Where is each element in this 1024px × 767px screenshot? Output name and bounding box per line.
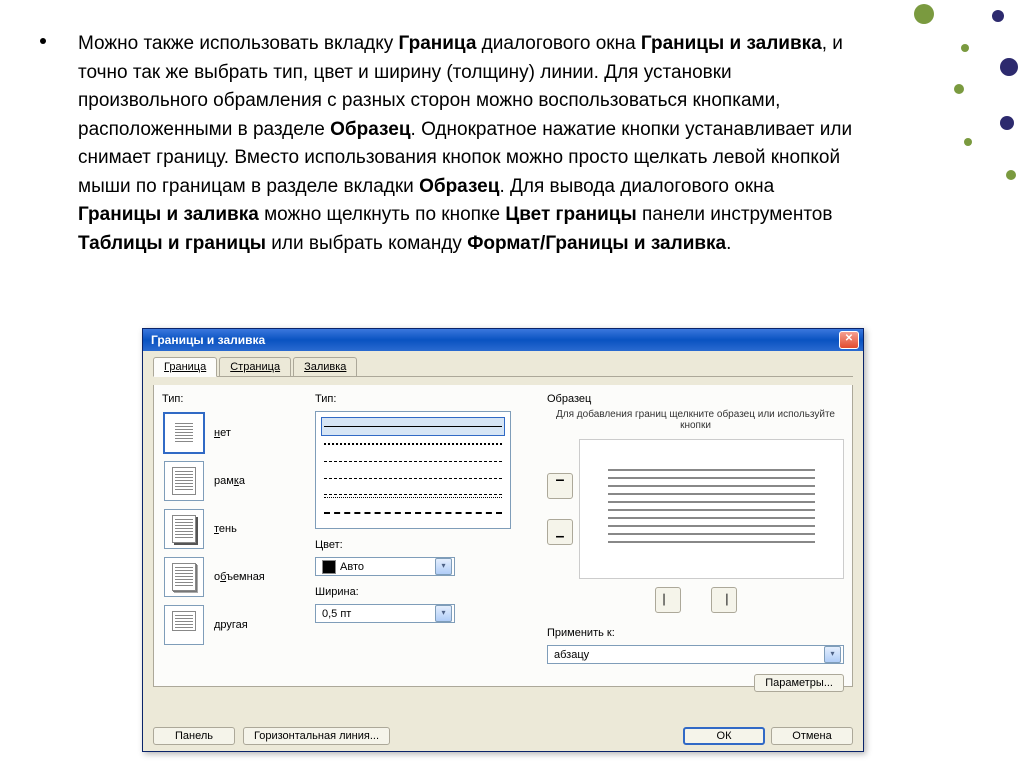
chevron-down-icon: ▾ xyxy=(435,605,452,622)
cancel-button[interactable]: Отмена xyxy=(771,727,853,745)
tab-strip: Граница Страница Заливка xyxy=(153,357,853,377)
setting-type-label: Тип: xyxy=(162,393,307,405)
width-label: Ширина: xyxy=(315,586,535,598)
dialog-title: Границы и заливка xyxy=(151,333,265,347)
tab-page[interactable]: Страница xyxy=(219,357,291,376)
border-type-label: другая xyxy=(214,619,248,631)
border-bottom-button[interactable]: ▁ xyxy=(547,519,573,545)
apply-to-label: Применить к: xyxy=(547,627,844,639)
border-type-label: рамка xyxy=(214,475,245,487)
color-dropdown[interactable]: Авто ▾ xyxy=(315,557,455,576)
border-type-рамка[interactable]: рамка xyxy=(162,459,307,503)
slide-text: Можно также использовать вкладку Граница… xyxy=(40,30,860,258)
border-right-button[interactable]: ▕ xyxy=(711,587,737,613)
close-icon[interactable]: ✕ xyxy=(839,331,859,349)
color-swatch-icon xyxy=(322,560,336,574)
border-type-icon xyxy=(164,605,204,645)
options-button[interactable]: Параметры... xyxy=(754,674,844,692)
border-left-button[interactable]: ▏ xyxy=(655,587,681,613)
width-dropdown[interactable]: 0,5 пт ▾ xyxy=(315,604,455,623)
bullet-icon xyxy=(40,38,46,44)
border-type-icon xyxy=(164,557,204,597)
line-style-list[interactable] xyxy=(315,411,511,529)
chevron-down-icon: ▾ xyxy=(824,646,841,663)
apply-to-dropdown[interactable]: абзацу ▾ xyxy=(547,645,844,664)
preview-label: Образец xyxy=(547,393,844,405)
preview-content xyxy=(608,469,815,549)
tab-shading[interactable]: Заливка xyxy=(293,357,357,376)
titlebar[interactable]: Границы и заливка ✕ xyxy=(143,329,863,351)
border-type-icon xyxy=(164,461,204,501)
border-top-button[interactable]: ▔ xyxy=(547,473,573,499)
border-type-тень[interactable]: тень xyxy=(162,507,307,551)
border-type-label: нет xyxy=(214,427,231,439)
panel-button[interactable]: Панель xyxy=(153,727,235,745)
border-type-label: тень xyxy=(214,523,237,535)
dialog-footer: Панель Горизонтальная линия... ОК Отмена xyxy=(153,727,853,745)
preview-canvas[interactable] xyxy=(579,439,844,579)
border-type-объемная[interactable]: объемная xyxy=(162,555,307,599)
decorative-dots xyxy=(904,0,1024,200)
linestyle-label: Тип: xyxy=(315,393,535,405)
preview-hint: Для добавления границ щелкните образец и… xyxy=(547,409,844,431)
ok-button[interactable]: ОК xyxy=(683,727,765,745)
color-label: Цвет: xyxy=(315,539,535,551)
horizontal-line-button[interactable]: Горизонтальная линия... xyxy=(243,727,390,745)
borders-shading-dialog: Границы и заливка ✕ Граница Страница Зал… xyxy=(142,328,864,752)
border-type-нет[interactable]: нет xyxy=(162,411,307,455)
border-type-icon xyxy=(164,509,204,549)
border-type-icon xyxy=(164,413,204,453)
chevron-down-icon: ▾ xyxy=(435,558,452,575)
border-type-другая[interactable]: другая xyxy=(162,603,307,647)
tab-border[interactable]: Граница xyxy=(153,357,217,377)
border-type-label: объемная xyxy=(214,571,265,583)
